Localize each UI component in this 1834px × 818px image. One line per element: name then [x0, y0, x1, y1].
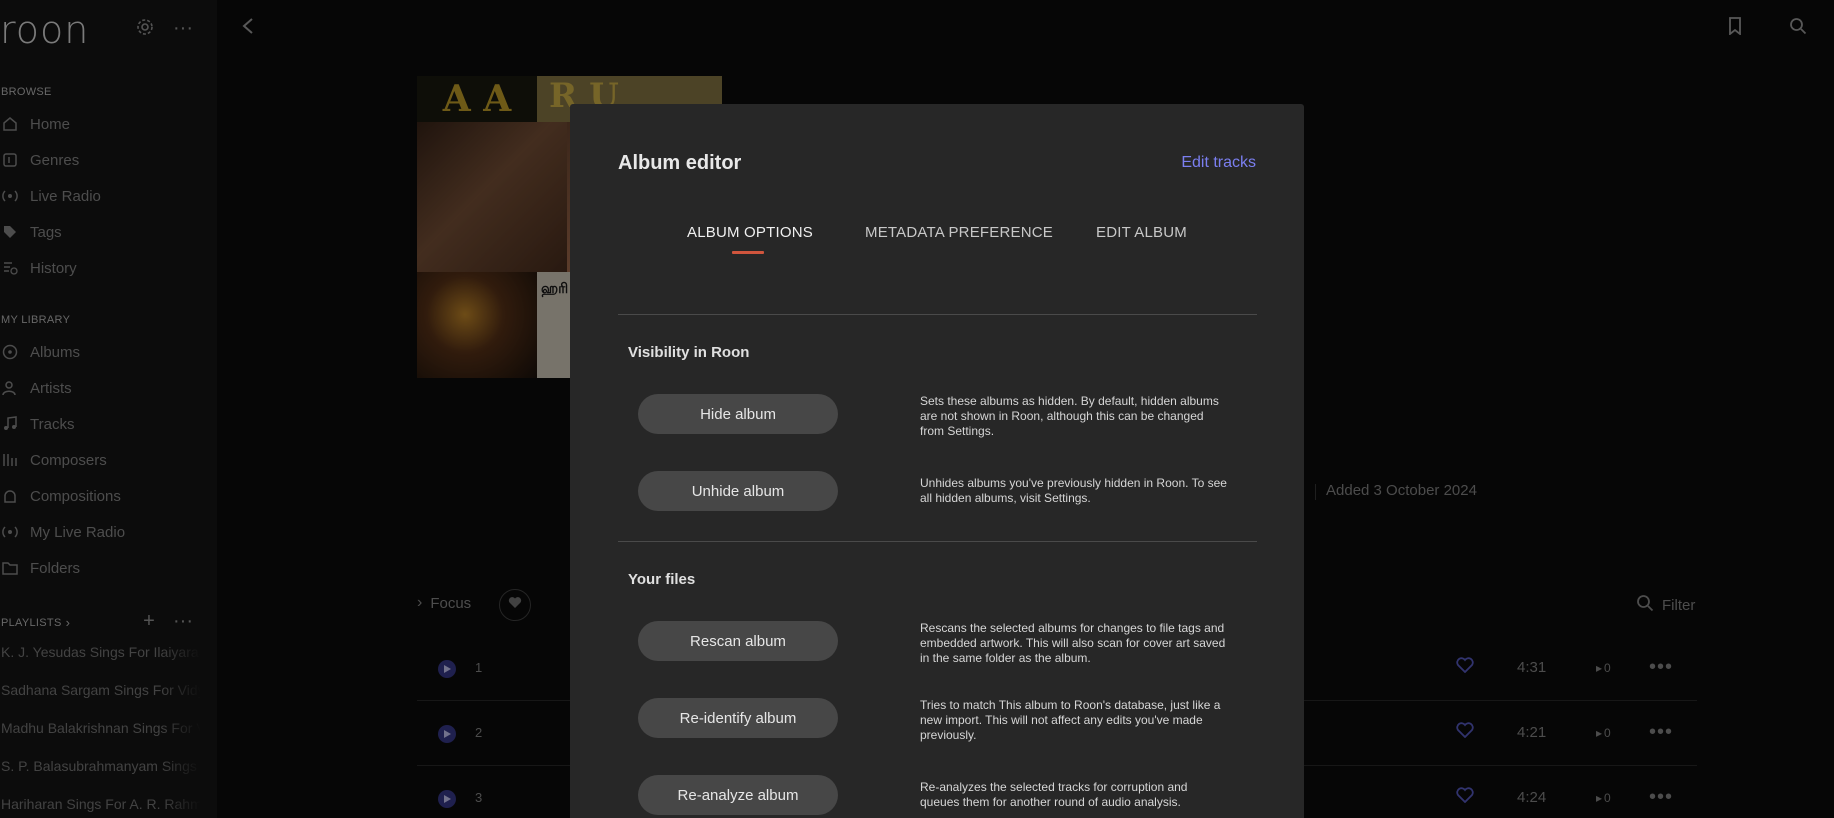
active-tab-indicator	[732, 251, 764, 254]
divider	[618, 541, 1257, 542]
reidentify-album-button[interactable]: Re-identify album	[638, 698, 838, 738]
divider	[618, 314, 1257, 315]
hide-album-button[interactable]: Hide album	[638, 394, 838, 434]
unhide-album-description: Unhides albums you've previously hidden …	[920, 476, 1227, 505]
reidentify-album-description: Tries to match This album to Roon's data…	[920, 698, 1221, 742]
edit-tracks-link[interactable]: Edit tracks	[1181, 154, 1256, 172]
reanalyze-album-button[interactable]: Re-analyze album	[638, 775, 838, 815]
dialog-title: Album editor	[618, 152, 742, 174]
unhide-album-button[interactable]: Unhide album	[638, 471, 838, 511]
hide-album-description: Sets these albums as hidden. By default,…	[920, 394, 1219, 438]
visibility-section-title: Visibility in Roon	[628, 344, 750, 361]
album-editor-dialog: Album editor Edit tracks ALBUM OPTIONS M…	[570, 104, 1304, 818]
reanalyze-album-description: Re-analyzes the selected tracks for corr…	[920, 780, 1188, 809]
rescan-album-description: Rescans the selected albums for changes …	[920, 621, 1226, 665]
files-section-title: Your files	[628, 571, 696, 588]
tab-metadata-preference[interactable]: METADATA PREFERENCE	[865, 224, 1053, 241]
tab-album-options[interactable]: ALBUM OPTIONS	[687, 224, 813, 241]
rescan-album-button[interactable]: Rescan album	[638, 621, 838, 661]
tab-edit-album[interactable]: EDIT ALBUM	[1096, 224, 1187, 241]
